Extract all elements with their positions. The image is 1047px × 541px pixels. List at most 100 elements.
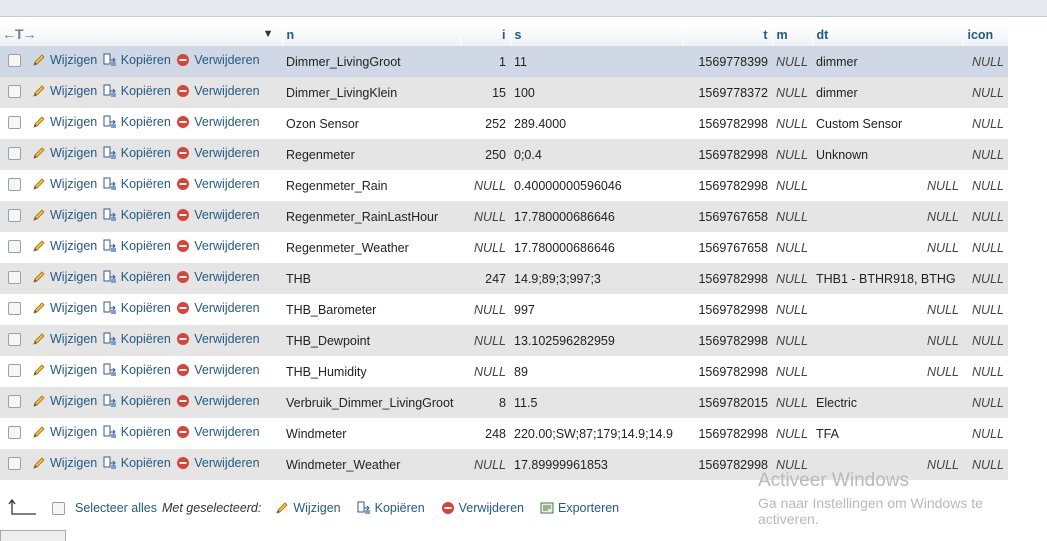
cell-icon[interactable]: NULL [963, 108, 1008, 139]
delete-button[interactable]: Verwijderen [176, 270, 260, 284]
cell-i[interactable]: NULL [460, 232, 510, 263]
edit-button[interactable]: Wijzigen [32, 425, 97, 439]
table-row[interactable]: Wijzigen Kopiëren Verwijderen THB_Baromet… [0, 294, 1008, 325]
bulk-copy-button[interactable]: Kopiëren [357, 501, 425, 515]
cell-t[interactable]: 1569778399 [683, 46, 772, 77]
cell-n[interactable]: Dimmer_LivingKlein [282, 77, 460, 108]
copy-button[interactable]: Kopiëren [103, 177, 171, 191]
table-row[interactable]: Wijzigen Kopiëren Verwijderen Verbruik_Di… [0, 387, 1008, 418]
cell-m[interactable]: NULL [772, 139, 812, 170]
cell-n[interactable]: Regenmeter [282, 139, 460, 170]
cell-t[interactable]: 1569782998 [683, 294, 772, 325]
select-all-label[interactable]: Selecteer alles [75, 501, 157, 515]
bulk-delete-button[interactable]: Verwijderen [441, 501, 524, 515]
table-row[interactable]: Wijzigen Kopiëren Verwijderen THB 247 14.9;… [0, 263, 1008, 294]
delete-button[interactable]: Verwijderen [176, 146, 260, 160]
cell-m[interactable]: NULL [772, 201, 812, 232]
cell-i[interactable]: NULL [460, 325, 510, 356]
cell-i[interactable]: NULL [460, 170, 510, 201]
edit-button[interactable]: Wijzigen [32, 301, 97, 315]
copy-button[interactable]: Kopiëren [103, 425, 171, 439]
row-checkbox[interactable] [7, 239, 21, 253]
cell-n[interactable]: Verbruik_Dimmer_LivingGroot [282, 387, 460, 418]
copy-button[interactable]: Kopiëren [103, 394, 171, 408]
cell-s[interactable]: 997 [510, 294, 683, 325]
cell-icon[interactable]: NULL [963, 201, 1008, 232]
cell-dt[interactable]: NULL [812, 232, 963, 263]
copy-button[interactable]: Kopiëren [103, 363, 171, 377]
cell-n[interactable]: Windmeter [282, 418, 460, 449]
cell-t[interactable]: 1569782998 [683, 325, 772, 356]
delete-button[interactable]: Verwijderen [176, 425, 260, 439]
copy-button[interactable]: Kopiëren [103, 270, 171, 284]
cell-n[interactable]: Ozon Sensor [282, 108, 460, 139]
row-checkbox[interactable] [7, 177, 21, 191]
cell-s[interactable]: 100 [510, 77, 683, 108]
cell-dt[interactable]: dimmer [812, 46, 963, 77]
cell-s[interactable]: 14.9;89;3;997;3 [510, 263, 683, 294]
cell-i[interactable]: 8 [460, 387, 510, 418]
edit-button[interactable]: Wijzigen [32, 239, 97, 253]
cell-dt[interactable]: Custom Sensor [812, 108, 963, 139]
cell-dt[interactable]: NULL [812, 294, 963, 325]
cell-t[interactable]: 1569782015 [683, 387, 772, 418]
delete-button[interactable]: Verwijderen [176, 363, 260, 377]
cell-icon[interactable]: NULL [963, 263, 1008, 294]
cell-i[interactable]: 252 [460, 108, 510, 139]
cell-i[interactable]: NULL [460, 201, 510, 232]
cell-icon[interactable]: NULL [963, 418, 1008, 449]
cell-n[interactable]: THB_Barometer [282, 294, 460, 325]
copy-button[interactable]: Kopiëren [103, 456, 171, 470]
cell-m[interactable]: NULL [772, 108, 812, 139]
cell-n[interactable]: THB_Dewpoint [282, 325, 460, 356]
cell-s[interactable]: 17.780000686646 [510, 232, 683, 263]
cell-m[interactable]: NULL [772, 325, 812, 356]
copy-button[interactable]: Kopiëren [103, 53, 171, 67]
column-header-n[interactable]: n [282, 24, 461, 46]
table-row[interactable]: Wijzigen Kopiëren Verwijderen Windmeter 24… [0, 418, 1008, 449]
cell-icon[interactable]: NULL [963, 46, 1008, 77]
cell-icon[interactable]: NULL [963, 387, 1008, 418]
cell-n[interactable]: THB [282, 263, 460, 294]
cell-t[interactable]: 1569782998 [683, 356, 772, 387]
cell-s[interactable]: 289.4000 [510, 108, 683, 139]
cell-t[interactable]: 1569782998 [683, 170, 772, 201]
table-row[interactable]: Wijzigen Kopiëren Verwijderen Regenmeter_… [0, 232, 1008, 263]
row-checkbox[interactable] [7, 363, 21, 377]
cell-s[interactable]: 11 [510, 46, 683, 77]
delete-button[interactable]: Verwijderen [176, 115, 260, 129]
delete-button[interactable]: Verwijderen [176, 53, 260, 67]
table-row[interactable]: Wijzigen Kopiëren Verwijderen THB_Humidit… [0, 356, 1008, 387]
edit-button[interactable]: Wijzigen [32, 53, 97, 67]
cell-dt[interactable]: NULL [812, 170, 963, 201]
cell-i[interactable]: 250 [460, 139, 510, 170]
table-row[interactable]: Wijzigen Kopiëren Verwijderen Dimmer_Livi… [0, 46, 1008, 77]
cell-t[interactable]: 1569782998 [683, 108, 772, 139]
cell-m[interactable]: NULL [772, 356, 812, 387]
cell-n[interactable]: Regenmeter_RainLastHour [282, 201, 460, 232]
cell-n[interactable]: Windmeter_Weather [282, 449, 460, 480]
delete-button[interactable]: Verwijderen [176, 177, 260, 191]
delete-button[interactable]: Verwijderen [176, 301, 260, 315]
cell-t[interactable]: 1569782998 [683, 139, 772, 170]
delete-button[interactable]: Verwijderen [176, 84, 260, 98]
cell-m[interactable]: NULL [772, 294, 812, 325]
row-checkbox[interactable] [7, 394, 21, 408]
table-row[interactable]: Wijzigen Kopiëren Verwijderen Ozon Sensor… [0, 108, 1008, 139]
column-header-s[interactable]: s [510, 24, 684, 46]
cell-t[interactable]: 1569767658 [683, 232, 772, 263]
cell-t[interactable]: 1569782998 [683, 418, 772, 449]
cell-m[interactable]: NULL [772, 387, 812, 418]
cell-i[interactable]: NULL [460, 294, 510, 325]
column-header-t[interactable]: t [683, 24, 773, 46]
table-row[interactable]: Wijzigen Kopiëren Verwijderen Dimmer_Livi… [0, 77, 1008, 108]
cell-dt[interactable]: Unknown [812, 139, 963, 170]
cell-t[interactable]: 1569782998 [683, 263, 772, 294]
edit-button[interactable]: Wijzigen [32, 115, 97, 129]
edit-button[interactable]: Wijzigen [32, 270, 97, 284]
edit-button[interactable]: Wijzigen [32, 208, 97, 222]
cell-i[interactable]: 1 [460, 46, 510, 77]
cell-s[interactable]: 89 [510, 356, 683, 387]
cell-s[interactable]: 13.102596282959 [510, 325, 683, 356]
row-checkbox[interactable] [7, 270, 21, 284]
